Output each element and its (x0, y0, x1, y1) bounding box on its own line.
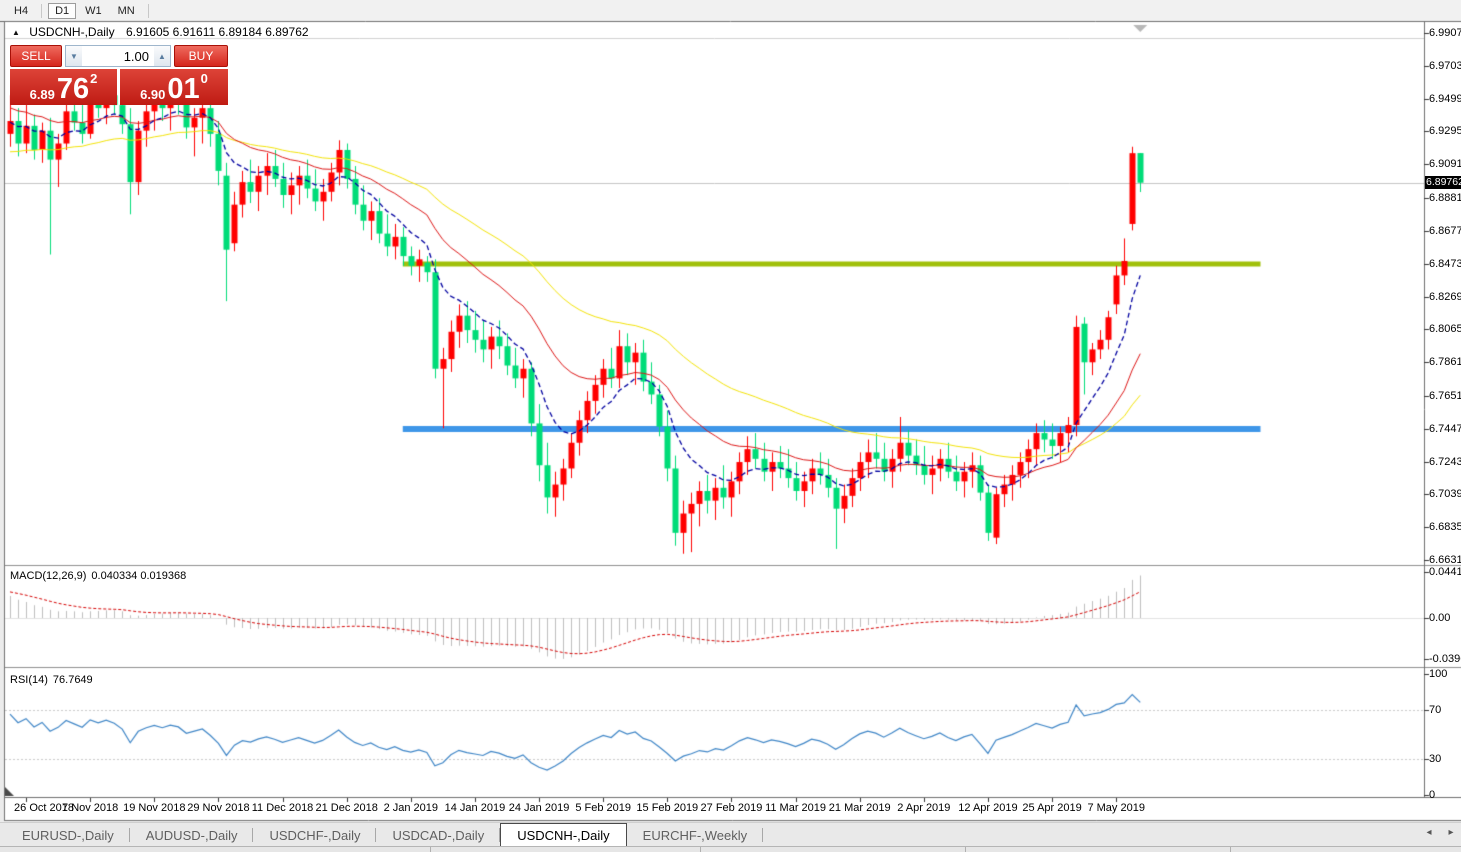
sell-price-big: 76 (57, 76, 89, 102)
status-strip (0, 846, 1461, 852)
tab-scroll-right-icon[interactable]: ▸ (1445, 827, 1457, 838)
chart-ohlc-values: 6.91605 6.91611 6.89184 6.89762 (126, 25, 309, 39)
chart-title: ▲ USDCNH-,Daily 6.91605 6.91611 6.89184 … (12, 25, 309, 39)
buy-button[interactable]: BUY (174, 45, 228, 67)
buy-price-sup: 0 (201, 71, 208, 86)
rsi-axis-label: 70 (1429, 704, 1441, 716)
chart-tab-bar: EURUSD-,Daily AUDUSD-,Daily USDCHF-,Dail… (0, 822, 1461, 847)
sell-button[interactable]: SELL (10, 45, 62, 67)
volume-increase-button[interactable]: ▲ (154, 45, 171, 67)
buy-price-small: 6.90 (140, 88, 165, 102)
sell-price-small: 6.89 (30, 88, 55, 102)
tab-usdcad-daily[interactable]: USDCAD-,Daily (376, 823, 500, 847)
volume-decrease-button[interactable]: ▼ (65, 45, 82, 67)
chart-canvas[interactable] (0, 0, 1461, 851)
current-price-tag: 6.89762 (1425, 176, 1461, 189)
buy-price[interactable]: 6.90 01 0 (120, 68, 228, 105)
volume-input[interactable] (82, 45, 154, 67)
mt4-window: { "toolbar": { "items": [ {"label": "H4"… (0, 0, 1461, 851)
rsi-name: RSI(14) (10, 674, 48, 686)
rsi-axis: 100 70 30 0 (1428, 0, 1461, 851)
date-axis-label: 7 May 2019 (1074, 802, 1158, 814)
sell-price-sup: 2 (90, 71, 97, 86)
sell-price[interactable]: 6.89 76 2 (10, 68, 117, 105)
rsi-axis-label: 100 (1429, 668, 1447, 680)
tab-usdchf-daily[interactable]: USDCHF-,Daily (253, 823, 376, 847)
rsi-axis-label: 30 (1429, 753, 1441, 765)
macd-values: 0.040334 0.019368 (91, 570, 186, 582)
one-click-trading-panel: SELL ▼ ▲ BUY 6.89 76 2 6.90 01 0 (10, 45, 228, 105)
rsi-value: 76.7649 (53, 674, 93, 686)
buy-price-big: 01 (167, 76, 199, 102)
rsi-pane-label: RSI(14) 76.7649 (10, 674, 98, 686)
date-axis: 26 Oct 20187 Nov 201819 Nov 201829 Nov 2… (0, 802, 1424, 817)
tab-eurusd-daily[interactable]: EURUSD-,Daily (6, 823, 130, 847)
tab-eurchf-weekly[interactable]: EURCHF-,Weekly (627, 823, 764, 847)
rsi-axis-label: 0 (1429, 789, 1435, 801)
chart-symbol-label: USDCNH-,Daily (29, 25, 114, 39)
tab-scroll-left-icon[interactable]: ◂ (1423, 827, 1435, 838)
collapse-panel-icon[interactable]: ▲ (12, 28, 20, 37)
tab-audusd-daily[interactable]: AUDUSD-,Daily (130, 823, 254, 847)
tab-usdcnh-daily[interactable]: USDCNH-,Daily (500, 823, 626, 847)
macd-pane-label: MACD(12,26,9) 0.040334 0.019368 (10, 570, 191, 582)
macd-name: MACD(12,26,9) (10, 570, 86, 582)
